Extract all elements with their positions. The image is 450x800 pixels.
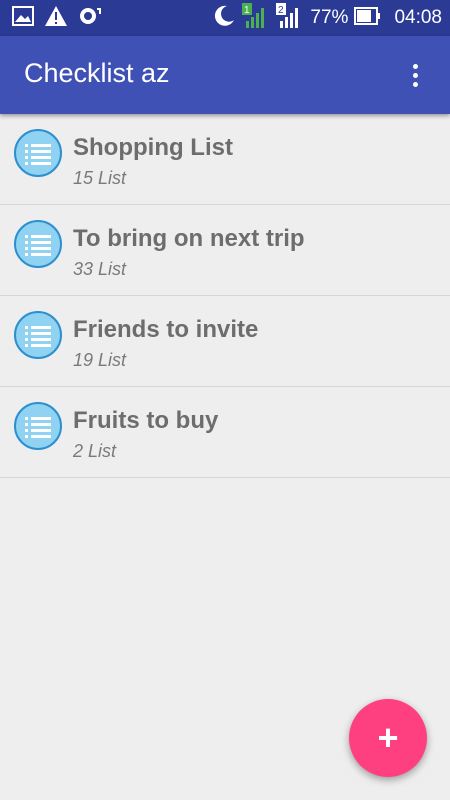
image-icon (12, 5, 34, 31)
svg-text:1: 1 (244, 5, 250, 16)
list-icon (14, 402, 62, 450)
add-list-button[interactable]: + (349, 699, 427, 777)
list-item-title: Friends to invite (73, 316, 259, 343)
list-item[interactable]: Fruits to buy 2 List (0, 387, 450, 478)
list-item-count: 33 List (73, 259, 127, 279)
status-bar-system: 1 2 77% 04:08 (212, 2, 442, 34)
list-icon (14, 220, 62, 268)
list-item[interactable]: To bring on next trip 33 List (0, 205, 450, 296)
list-item-count: 15 List (73, 168, 127, 188)
status-bar-notifications (12, 5, 102, 32)
list-icon (14, 311, 62, 359)
status-bar: 1 2 77% 04:08 (0, 0, 450, 36)
list-item-count: 19 List (73, 350, 127, 370)
add-icon: + (377, 717, 399, 758)
moon-icon (212, 4, 236, 33)
signal-icon: 1 (242, 2, 270, 34)
sync-icon (78, 5, 102, 32)
list-item[interactable]: Shopping List 15 List (0, 114, 450, 205)
checklist-list: Shopping List 15 List To bring on next t… (0, 114, 450, 478)
more-vert-icon[interactable] (400, 60, 430, 90)
list-item-title: Shopping List (73, 134, 233, 161)
battery-percent: 77% (310, 7, 349, 28)
list-item-count: 2 List (73, 441, 117, 461)
app-title: Checklist az (24, 58, 170, 88)
warning-icon (44, 5, 68, 32)
svg-text:2: 2 (278, 5, 284, 16)
list-icon (14, 129, 62, 177)
list-item-title: Fruits to buy (73, 407, 219, 434)
app-bar: Checklist az (0, 36, 450, 114)
list-item-title: To bring on next trip (73, 225, 305, 252)
signal-icon: 2 (276, 2, 304, 34)
battery-icon (354, 5, 382, 32)
status-time: 04:08 (394, 7, 442, 28)
list-item[interactable]: Friends to invite 19 List (0, 296, 450, 387)
